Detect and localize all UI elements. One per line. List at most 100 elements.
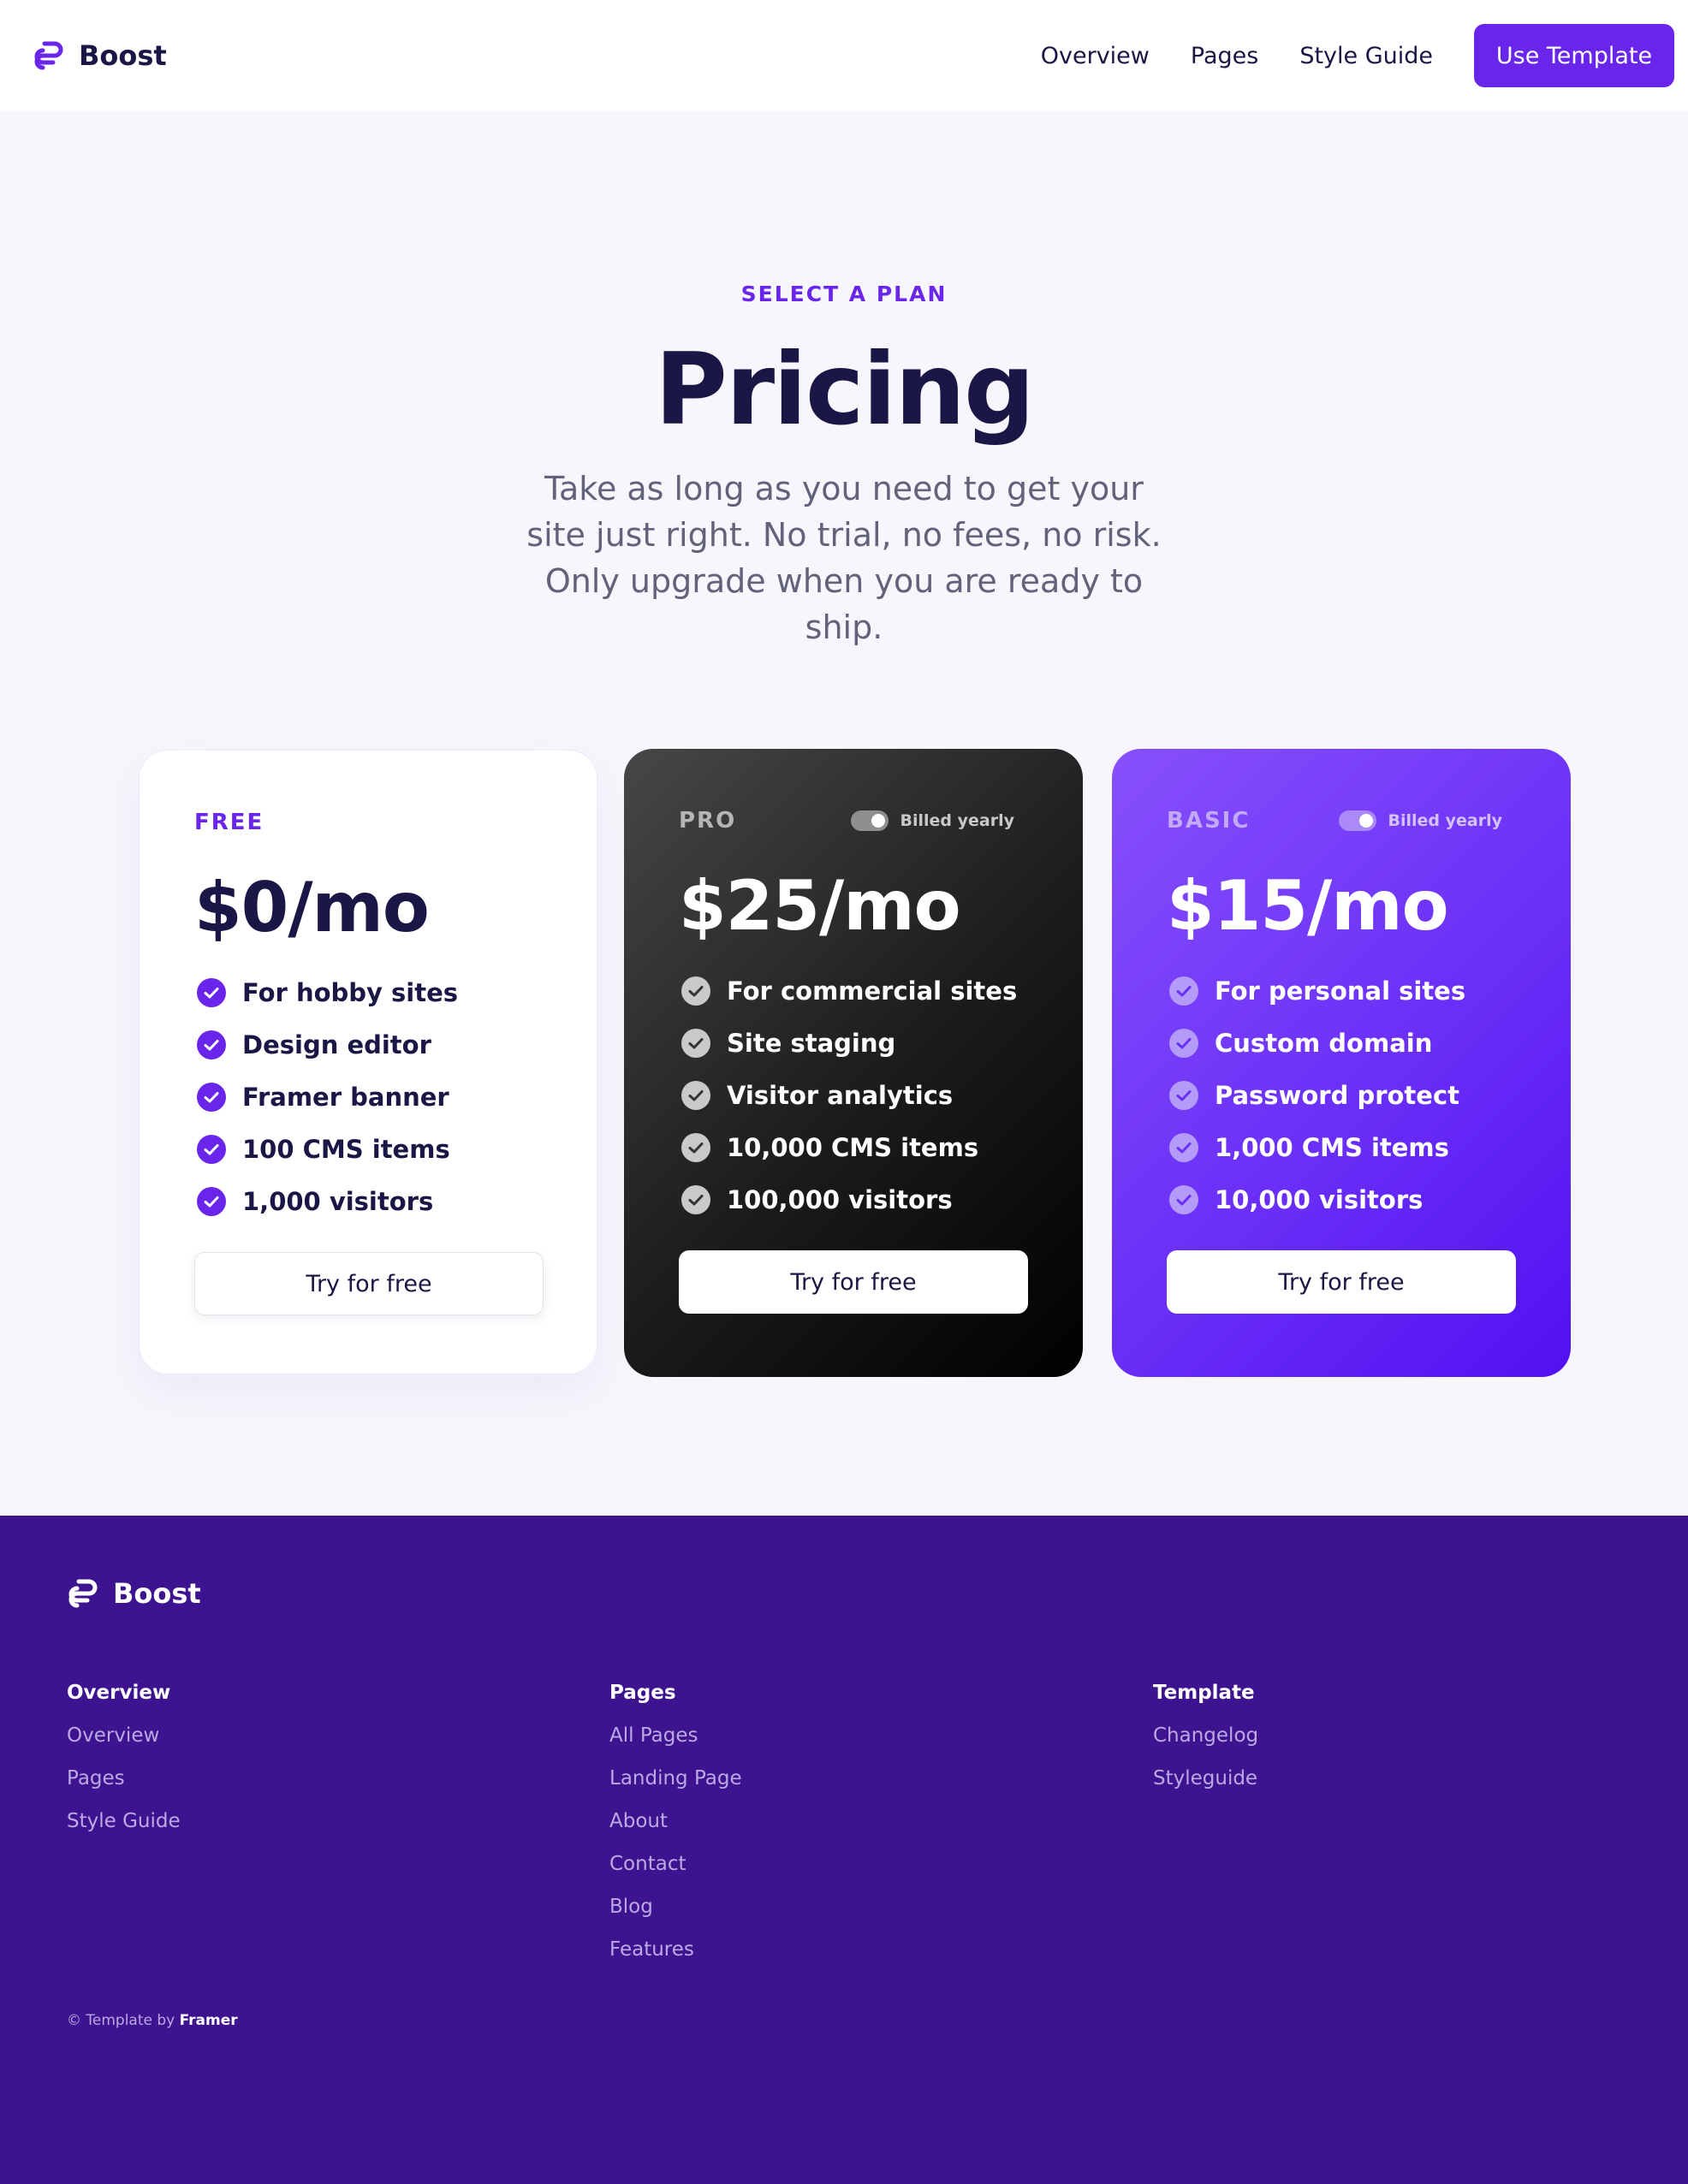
toggle-knob — [871, 814, 885, 828]
footer-column-pages: Pages All Pages Landing Page About Conta… — [609, 1674, 742, 1968]
feature-item: For personal sites — [1167, 964, 1516, 1017]
site-footer: Boost Overview Overview Pages Style Guid… — [0, 1516, 1688, 2184]
footer-link-style-guide[interactable]: Style Guide — [67, 1797, 181, 1840]
use-template-button[interactable]: Use Template — [1474, 24, 1674, 87]
plan-price: $15/mo — [1167, 866, 1449, 946]
feature-text: For commercial sites — [727, 976, 1018, 1006]
check-circle-icon — [197, 1082, 226, 1112]
check-circle-icon — [681, 1080, 710, 1110]
check-circle-icon — [1169, 1184, 1198, 1214]
footer-brand-logo[interactable]: Boost — [67, 1576, 201, 1611]
footer-link-contact[interactable]: Contact — [609, 1840, 742, 1883]
nav-link-overview[interactable]: Overview — [1041, 43, 1150, 69]
feature-item: Site staging — [679, 1017, 1028, 1069]
billing-toggle[interactable] — [850, 810, 889, 831]
feature-item: For hobby sites — [194, 966, 542, 1018]
footer-column-heading: Template — [1153, 1682, 1255, 1704]
feature-item: 1,000 CMS items — [1167, 1121, 1516, 1173]
feature-item: Framer banner — [194, 1071, 542, 1123]
footer-brand-name: Boost — [113, 1577, 201, 1610]
check-circle-icon — [681, 1184, 710, 1214]
plan-header: BASIC Billed yearly — [1167, 805, 1516, 836]
footer-column-heading: Overview — [67, 1682, 171, 1704]
feature-text: Password protect — [1215, 1080, 1460, 1110]
plan-header: PRO Billed yearly — [679, 805, 1028, 836]
feature-list: For personal sites Custom domain Passwor… — [1167, 964, 1516, 1226]
plan-card-free: FREE $0/mo For hobby sites Design editor… — [139, 750, 597, 1374]
plan-name: FREE — [194, 810, 264, 835]
footer-column-template: Template Changelog Styleguide — [1153, 1674, 1258, 1797]
check-circle-icon — [1169, 1132, 1198, 1162]
check-circle-icon — [197, 1186, 226, 1216]
feature-item: 100,000 visitors — [679, 1173, 1028, 1226]
footer-link-features[interactable]: Features — [609, 1926, 742, 1968]
plan-price: $25/mo — [679, 866, 961, 946]
check-circle-icon — [197, 1030, 226, 1059]
billing-label: Billed yearly — [1388, 811, 1502, 830]
copyright-framer-link[interactable]: Framer — [180, 2012, 238, 2029]
feature-item: 1,000 visitors — [194, 1175, 542, 1227]
try-for-free-button[interactable]: Try for free — [194, 1252, 544, 1315]
feature-text: For hobby sites — [242, 977, 459, 1007]
copyright-prefix: © Template by — [67, 2012, 175, 2029]
footer-column-heading: Pages — [609, 1682, 676, 1704]
footer-link-landing-page[interactable]: Landing Page — [609, 1754, 742, 1797]
footer-link-blog[interactable]: Blog — [609, 1883, 742, 1926]
feature-text: Site staging — [727, 1028, 896, 1058]
nav-link-pages[interactable]: Pages — [1191, 43, 1258, 69]
feature-item: Password protect — [1167, 1069, 1516, 1121]
footer-link-styleguide[interactable]: Styleguide — [1153, 1754, 1258, 1797]
billing-toggle-group: Billed yearly — [850, 810, 1014, 831]
top-nav: Boost Overview Pages Style Guide Use Tem… — [0, 0, 1688, 111]
footer-link-overview[interactable]: Overview — [67, 1712, 181, 1754]
plan-name: BASIC — [1167, 808, 1251, 834]
brand-logo[interactable]: Boost — [33, 38, 167, 74]
page-title: Pricing — [654, 332, 1035, 448]
pricing-hero: SELECT A PLAN Pricing Take as long as yo… — [0, 274, 1688, 650]
footer-link-changelog[interactable]: Changelog — [1153, 1712, 1258, 1754]
boost-logo-icon — [34, 41, 63, 70]
feature-item: 10,000 CMS items — [679, 1121, 1028, 1173]
footer-link-pages[interactable]: Pages — [67, 1754, 181, 1797]
feature-item: 10,000 visitors — [1167, 1173, 1516, 1226]
feature-item: Visitor analytics — [679, 1069, 1028, 1121]
hero-eyebrow: SELECT A PLAN — [740, 282, 948, 306]
try-for-free-button[interactable]: Try for free — [1167, 1250, 1516, 1314]
billing-toggle-group: Billed yearly — [1338, 810, 1502, 831]
nav-link-style-guide[interactable]: Style Guide — [1299, 43, 1433, 69]
feature-text: 1,000 visitors — [242, 1186, 434, 1216]
check-circle-icon — [1169, 1028, 1198, 1058]
check-circle-icon — [197, 977, 226, 1007]
footer-column-overview: Overview Overview Pages Style Guide — [67, 1674, 181, 1840]
plan-card-pro: PRO Billed yearly $25/mo For commercial … — [624, 749, 1083, 1377]
check-circle-icon — [681, 1132, 710, 1162]
feature-list: For hobby sites Design editor Framer ban… — [194, 966, 542, 1227]
boost-logo-icon — [68, 1579, 98, 1608]
feature-text: Custom domain — [1215, 1028, 1433, 1058]
plan-card-basic: BASIC Billed yearly $15/mo For personal … — [1112, 749, 1571, 1377]
feature-item: For commercial sites — [679, 964, 1028, 1017]
check-circle-icon — [681, 976, 710, 1006]
hero-subtitle: Take as long as you need to get your sit… — [526, 470, 1162, 646]
feature-item: Custom domain — [1167, 1017, 1516, 1069]
try-for-free-button[interactable]: Try for free — [679, 1250, 1028, 1314]
copyright: © Template by Framer — [67, 2012, 238, 2029]
plan-name: PRO — [679, 808, 737, 834]
feature-text: Visitor analytics — [727, 1080, 954, 1110]
check-circle-icon — [681, 1028, 710, 1058]
toggle-knob — [1358, 814, 1373, 828]
footer-link-about[interactable]: About — [609, 1797, 742, 1840]
feature-text: 10,000 CMS items — [727, 1132, 979, 1162]
feature-text: 100 CMS items — [242, 1134, 450, 1164]
footer-link-all-pages[interactable]: All Pages — [609, 1712, 742, 1754]
feature-text: 10,000 visitors — [1215, 1184, 1424, 1214]
check-circle-icon — [1169, 976, 1198, 1006]
feature-item: Design editor — [194, 1018, 542, 1071]
check-circle-icon — [197, 1134, 226, 1164]
billing-toggle[interactable] — [1338, 810, 1376, 831]
check-circle-icon — [1169, 1080, 1198, 1110]
billing-label: Billed yearly — [900, 811, 1014, 830]
feature-text: For personal sites — [1215, 976, 1466, 1006]
feature-text: 1,000 CMS items — [1215, 1132, 1449, 1162]
brand-name: Boost — [79, 39, 167, 72]
